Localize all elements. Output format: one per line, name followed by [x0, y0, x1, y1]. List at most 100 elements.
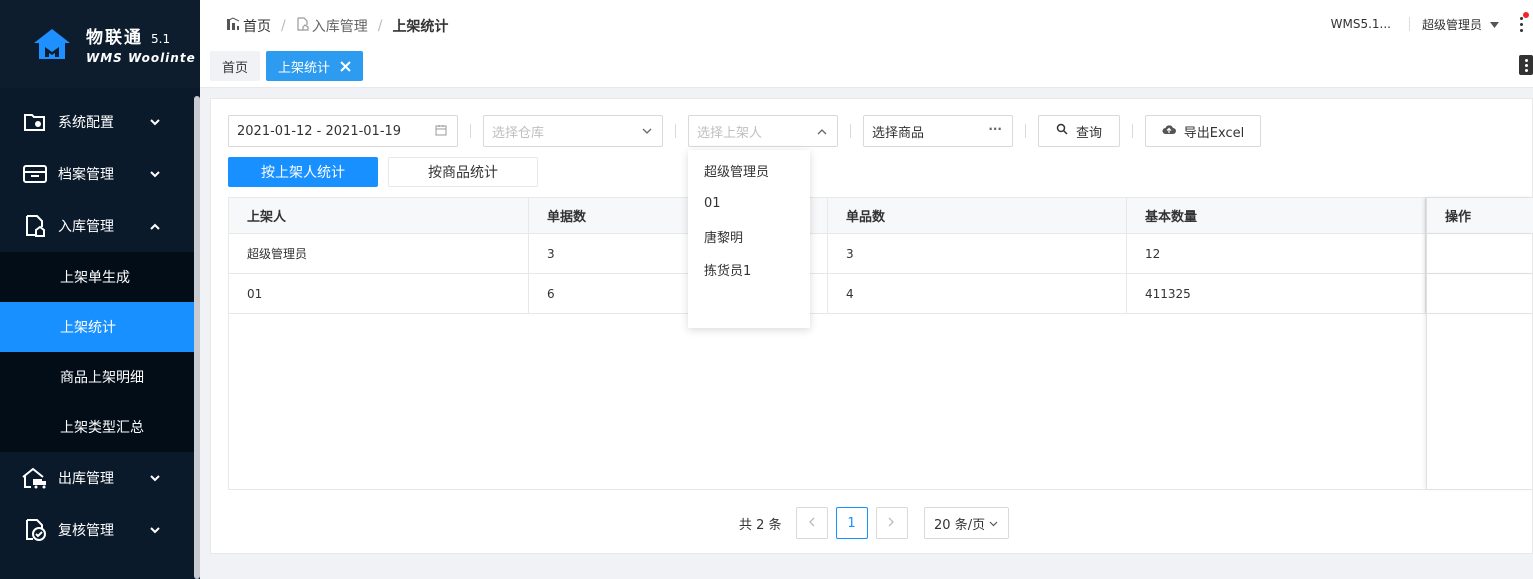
next-page-button[interactable]	[875, 507, 908, 539]
dropdown-option[interactable]: 拣货员1	[688, 253, 810, 286]
table-cell: 超级管理员	[229, 234, 529, 273]
table-cell: 411325	[1127, 274, 1426, 313]
check-doc-icon	[22, 519, 48, 541]
search-button-label: 查询	[1075, 125, 1102, 141]
export-excel-button[interactable]: 导出Excel	[1145, 115, 1261, 147]
page-size-value: 20 条/页	[934, 517, 986, 533]
chevron-up-icon	[150, 219, 160, 233]
table-header: 上架人 单据数 单品数 基本数量 操作	[229, 198, 1533, 234]
sidebar-item-label: 复核管理	[58, 523, 114, 539]
notification-dot	[1523, 12, 1529, 18]
logo: 物联通 5.1 WMS Woolinte	[0, 0, 200, 88]
dropdown-option[interactable]: 唐黎明	[688, 220, 810, 253]
sidebar-subitem-shelf-order[interactable]: 上架单生成	[0, 252, 194, 302]
warehouse-select[interactable]: 选择仓库	[483, 115, 663, 147]
page-button-current[interactable]: 1	[835, 507, 868, 539]
sidebar: 物联通 5.1 WMS Woolinte 系统配置 档案管理 入库管理 上架单生…	[0, 0, 200, 579]
search-button[interactable]: 查询	[1038, 115, 1120, 147]
shelver-dropdown: 超级管理员 01 唐黎明 拣货员1	[688, 150, 810, 328]
chevron-up-icon	[817, 124, 827, 138]
export-button-label: 导出Excel	[1183, 125, 1245, 141]
prev-page-button[interactable]	[795, 507, 828, 539]
content-card: 2021-01-12 - 2021-01-19 选择仓库 选择上架人 选择商品 …	[210, 98, 1533, 554]
user-menu[interactable]: 超级管理员	[1422, 16, 1499, 33]
version-label: WMS5.1...	[1330, 17, 1391, 31]
filter-bar: 2021-01-12 - 2021-01-19 选择仓库 选择上架人 选择商品 …	[228, 115, 1261, 147]
sidebar-subitem-label: 上架单生成	[60, 270, 130, 286]
breadcrumb-inbound[interactable]: 入库管理	[312, 16, 368, 36]
table-cell	[1426, 234, 1533, 273]
by-product-button[interactable]: 按商品统计	[388, 157, 538, 187]
column-header: 操作	[1426, 198, 1533, 233]
logo-house-icon	[32, 27, 72, 61]
cloud-upload-icon	[1162, 124, 1176, 139]
sidebar-scrollbar[interactable]	[194, 96, 200, 579]
table-cell: 3	[828, 234, 1127, 273]
inbound-submenu: 上架单生成 上架统计 商品上架明细 上架类型汇总	[0, 252, 194, 452]
product-select[interactable]: 选择商品 ···	[863, 115, 1013, 147]
column-header: 上架人	[229, 198, 529, 233]
sidebar-item-system-config[interactable]: 系统配置	[0, 96, 194, 148]
sidebar-subitem-label: 上架类型汇总	[60, 420, 144, 436]
tab-label: 首页	[222, 60, 249, 76]
tabs-more-icon[interactable]	[1519, 55, 1533, 75]
table-cell: 01	[229, 274, 529, 313]
total-count: 共 2 条	[739, 517, 782, 533]
chevron-down-icon	[150, 167, 160, 181]
breadcrumb-current: 上架统计	[392, 19, 449, 35]
calendar-icon	[435, 124, 447, 139]
tab-home[interactable]: 首页	[210, 51, 261, 81]
sidebar-item-recheck[interactable]: 复核管理	[0, 504, 194, 556]
page-size-select[interactable]: 20 条/页	[923, 507, 1009, 539]
sidebar-item-label: 系统配置	[58, 115, 114, 131]
table-row[interactable]: 01 6 4 411325	[229, 274, 1533, 314]
divider	[1408, 17, 1410, 31]
breadcrumb-home[interactable]: 首页	[243, 16, 271, 36]
page-tabs: 首页 上架统计	[210, 51, 364, 81]
dropdown-option[interactable]: 01	[688, 187, 810, 220]
sidebar-subitem-label: 商品上架明细	[60, 370, 144, 386]
chevron-left-icon	[808, 516, 815, 531]
tab-shelf-stats[interactable]: 上架统计	[266, 51, 364, 81]
shelver-placeholder: 选择上架人	[697, 125, 763, 141]
shelver-select[interactable]: 选择上架人	[688, 115, 838, 147]
more-menu-icon[interactable]	[1515, 12, 1529, 34]
sidebar-subitem-product-shelf-detail[interactable]: 商品上架明细	[0, 352, 194, 402]
caret-down-icon	[1490, 17, 1499, 31]
user-name: 超级管理员	[1421, 17, 1482, 32]
close-icon[interactable]	[340, 57, 351, 76]
header: 首页 / 入库管理 / 上架统计 WMS5.1... 超级管理员 首页 上架统计	[200, 0, 1533, 88]
dropdown-option[interactable]: 超级管理员	[688, 154, 810, 187]
sidebar-subitem-label: 上架统计	[60, 320, 116, 336]
outbound-truck-icon	[22, 467, 48, 489]
sidebar-subitem-shelf-type-summary[interactable]: 上架类型汇总	[0, 402, 194, 452]
product-placeholder: 选择商品	[872, 125, 925, 141]
divider	[675, 124, 676, 138]
tab-label: 上架统计	[278, 60, 331, 76]
column-header: 基本数量	[1127, 198, 1426, 233]
divider	[470, 124, 471, 138]
pagination: 共 2 条 1 20 条/页	[739, 507, 1009, 539]
divider	[850, 124, 851, 138]
sidebar-item-outbound[interactable]: 出库管理	[0, 452, 194, 504]
sidebar-menu: 系统配置 档案管理 入库管理 上架单生成 上架统计 商品上架明细 上架类型汇总 …	[0, 96, 194, 556]
table-row[interactable]: 超级管理员 3 3 12	[229, 234, 1533, 274]
divider	[1132, 124, 1133, 138]
date-range-input[interactable]: 2021-01-12 - 2021-01-19	[228, 115, 458, 147]
sidebar-item-label: 档案管理	[58, 167, 114, 183]
sidebar-item-archive[interactable]: 档案管理	[0, 148, 194, 200]
chevron-down-icon	[989, 516, 998, 531]
logo-title: 物联通	[86, 28, 143, 48]
gear-folder-icon	[22, 111, 48, 133]
chevron-down-icon	[150, 471, 160, 485]
stats-table: 上架人 单据数 单品数 基本数量 操作 超级管理员 3 3 12 01 6 4 …	[228, 197, 1533, 490]
home-icon	[226, 17, 240, 35]
sidebar-item-inbound[interactable]: 入库管理	[0, 200, 194, 252]
header-right: WMS5.1... 超级管理员	[1330, 12, 1533, 34]
sidebar-subitem-shelf-stats[interactable]: 上架统计	[0, 302, 194, 352]
by-shelver-button[interactable]: 按上架人统计	[228, 157, 378, 187]
divider	[1025, 124, 1026, 138]
table-cell: 12	[1127, 234, 1426, 273]
sidebar-item-label: 出库管理	[58, 471, 114, 487]
inbound-icon	[296, 17, 309, 35]
